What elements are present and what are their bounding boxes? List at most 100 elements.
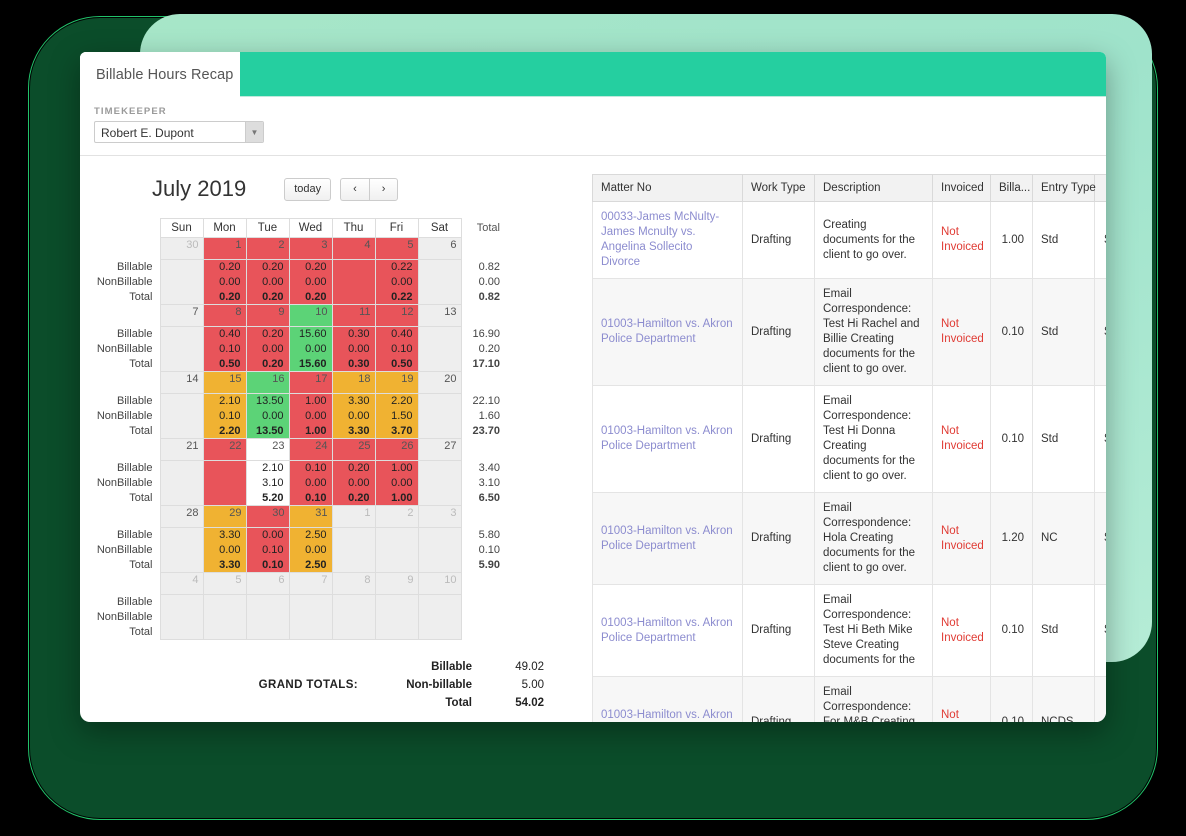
cell-matter-no[interactable]: 01003-Hamilton vs. Akron Police Departme… [592,676,743,723]
table-row[interactable]: 01003-Hamilton vs. Akron Police Departme… [592,676,1106,723]
calendar-day-cell[interactable]: 26 [374,438,419,461]
calendar-day-cell[interactable]: 7 [159,304,204,327]
calendar-day-cell[interactable]: 14 [159,371,204,394]
table-column-header[interactable]: Entry Type [1032,174,1096,202]
matter-link[interactable]: 01003-Hamilton vs. Akron Police Departme… [601,425,733,452]
calendar-day-number: 17 [315,373,328,385]
calendar-day-cell[interactable]: 10 [417,572,462,595]
calendar-row-label: Billable [92,460,160,476]
calendar-day-cell[interactable]: 22 [202,438,247,461]
calendar-day-cell[interactable]: 5 [374,237,419,260]
calendar-row-label: Total [92,423,160,439]
timekeeper-label: TIMEKEEPER [94,106,167,117]
calendar-day-cell[interactable]: 23 [245,438,290,461]
calendar-day-cell[interactable]: 4 [331,237,376,260]
calendar-day-cell[interactable]: 11 [331,304,376,327]
table-column-header[interactable]: Work Type [742,174,815,202]
matter-link[interactable]: 00033-James McNulty-James Mcnulty vs. An… [601,211,719,268]
cell-matter-no[interactable]: 00033-James McNulty-James Mcnulty vs. An… [592,201,743,279]
calendar-day-number: 9 [407,574,414,586]
calendar-day-cell[interactable]: 1 [202,237,247,260]
table-column-header[interactable]: Rate [1094,174,1106,202]
calendar-day-cell[interactable]: 30 [159,237,204,260]
calendar-value-cell [331,609,376,625]
calendar-day-cell[interactable]: 7 [288,572,333,595]
grand-total-name: Billable [431,661,472,673]
table-column-header[interactable]: Matter No [592,174,743,202]
calendar-row-label: Billable [92,594,160,610]
matter-link[interactable]: 01003-Hamilton vs. Akron Police Departme… [601,617,733,644]
timekeeper-select[interactable]: Robert E. Dupont ▼ [94,121,264,143]
calendar-day-cell[interactable]: 18 [331,371,376,394]
calendar-day-cell[interactable]: 1 [331,505,376,528]
calendar-value-cell [159,609,204,625]
today-button[interactable]: today [284,177,332,201]
table-column-header[interactable]: Invoiced [932,174,991,202]
calendar-value-cell: 0.20 [331,490,376,506]
calendar-day-cell[interactable]: 30 [245,505,290,528]
calendar-day-cell[interactable]: 13 [417,304,462,327]
calendar-day-cell[interactable]: 15 [202,371,247,394]
calendar-week-total: 0.82 [461,289,508,305]
calendar-day-cell[interactable]: 6 [245,572,290,595]
calendar-day-cell[interactable]: 20 [417,371,462,394]
calendar-day-number: 30 [272,507,285,519]
calendar-day-cell[interactable]: 25 [331,438,376,461]
calendar-day-cell[interactable]: 17 [288,371,333,394]
calendar-day-cell[interactable]: 21 [159,438,204,461]
table-row[interactable]: 00033-James McNulty-James Mcnulty vs. An… [592,201,1106,279]
chevron-down-icon[interactable]: ▼ [245,122,263,142]
calendar-day-cell[interactable]: 16 [245,371,290,394]
tab-billable-hours-recap[interactable]: Billable Hours Recap [80,52,240,97]
calendar-day-cell[interactable]: 28 [159,505,204,528]
table-column-header[interactable]: Description [814,174,933,202]
prev-month-button[interactable]: ‹ [340,177,369,201]
calendar-value-cell [417,393,462,409]
calendar-day-cell[interactable]: 31 [288,505,333,528]
cell-matter-no[interactable]: 01003-Hamilton vs. Akron Police Departme… [592,492,743,585]
invoiced-status-badge: Not Invoiced [941,318,984,345]
calendar-day-cell[interactable]: 27 [417,438,462,461]
calendar-day-cell[interactable]: 2 [245,237,290,260]
table-column-header[interactable]: Billa... [990,174,1033,202]
calendar-day-cell[interactable]: 24 [288,438,333,461]
calendar-week-total: 0.10 [461,542,508,558]
calendar-value-row: Total 5.20 0.10 0.20 1.00 6.50 [92,490,508,506]
calendar-value-cell [159,341,204,357]
calendar-day-cell[interactable]: 9 [374,572,419,595]
calendar-day-number: 10 [444,574,457,586]
calendar-day-cell[interactable]: 10 [288,304,333,327]
calendar-value-cell [374,542,419,558]
cell-matter-no[interactable]: 01003-Hamilton vs. Akron Police Departme… [592,385,743,493]
table-row[interactable]: 01003-Hamilton vs. Akron Police Departme… [592,385,1106,493]
next-month-button[interactable]: › [368,177,399,201]
table-row[interactable]: 01003-Hamilton vs. Akron Police Departme… [592,492,1106,585]
calendar-day-cell[interactable]: 12 [374,304,419,327]
cell-matter-no[interactable]: 01003-Hamilton vs. Akron Police Departme… [592,584,743,677]
calendar-day-cell[interactable]: 4 [159,572,204,595]
table-row[interactable]: 01003-Hamilton vs. Akron Police Departme… [592,278,1106,386]
matter-link[interactable]: 01003-Hamilton vs. Akron Police Departme… [601,525,733,552]
cell-matter-no[interactable]: 01003-Hamilton vs. Akron Police Departme… [592,278,743,386]
calendar-day-cell[interactable]: 5 [202,572,247,595]
calendar-value-cell: 1.00 [288,393,333,409]
calendar-value-cell: 0.22 [374,289,419,305]
calendar-day-cell[interactable]: 6 [417,237,462,260]
calendar-day-cell[interactable]: 3 [288,237,333,260]
calendar-value-cell [417,423,462,439]
matter-link[interactable]: 01003-Hamilton vs. Akron Police Departme… [601,709,733,723]
calendar-day-cell[interactable]: 8 [202,304,247,327]
calendar-value-cell [417,289,462,305]
calendar-weekday-header: Mon [202,218,247,238]
calendar-value-cell: 0.20 [245,259,290,275]
calendar-value-cell [374,624,419,640]
calendar-day-cell[interactable]: 3 [417,505,462,528]
calendar-day-cell[interactable]: 29 [202,505,247,528]
matter-link[interactable]: 01003-Hamilton vs. Akron Police Departme… [601,318,733,345]
calendar-day-cell[interactable]: 8 [331,572,376,595]
calendar-day-cell[interactable]: 19 [374,371,419,394]
table-row[interactable]: 01003-Hamilton vs. Akron Police Departme… [592,584,1106,677]
calendar-day-cell[interactable]: 9 [245,304,290,327]
calendar-value-cell: 0.20 [202,259,247,275]
calendar-day-cell[interactable]: 2 [374,505,419,528]
